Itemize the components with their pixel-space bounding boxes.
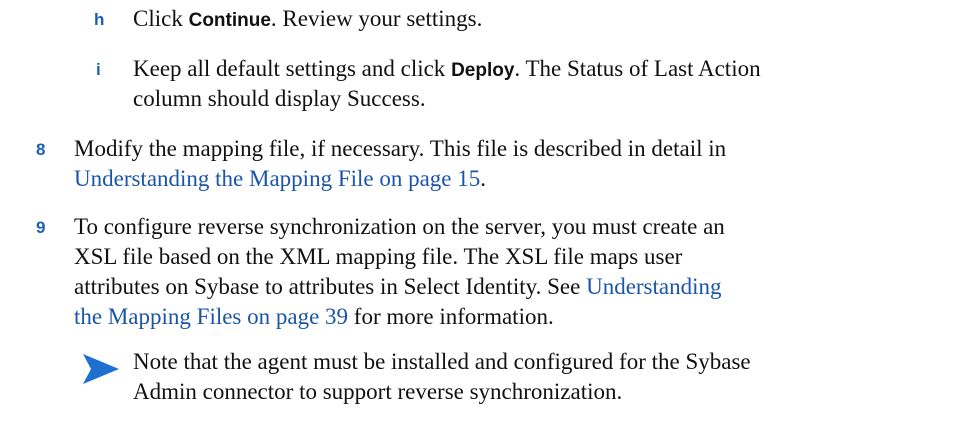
step-i-line2: column should display Success. <box>133 86 426 111</box>
step-9-line4: the Mapping Files on page 39 for more in… <box>74 304 554 329</box>
understanding-mapping-file-link[interactable]: Understanding the Mapping File on page 1… <box>74 166 480 191</box>
understanding-mapping-files-link-part1[interactable]: Understanding <box>586 274 721 299</box>
step-i-line1: Keep all default settings and click Depl… <box>133 56 761 81</box>
continue-button-ref: Continue <box>188 10 271 31</box>
step-label-i: i <box>96 60 101 79</box>
step-h-text: Click Continue. Review your settings. <box>133 6 483 31</box>
step-9-line3: attributes on Sybase to attributes in Se… <box>74 274 722 299</box>
step-9-line2: XSL file based on the XML mapping file. … <box>74 244 683 269</box>
step-8-line1: Modify the mapping file, if necessary. T… <box>74 136 727 161</box>
document-page: h Click Continue. Review your settings. … <box>0 0 968 422</box>
note-line2: Admin connector to support reverse synch… <box>133 379 623 404</box>
understanding-mapping-files-link-part2[interactable]: the Mapping Files on page 39 <box>74 304 348 329</box>
step-label-h: h <box>94 10 105 29</box>
step-8-line2: Understanding the Mapping File on page 1… <box>74 166 487 191</box>
note-line1: Note that the agent must be installed an… <box>133 349 751 374</box>
note-arrow-icon <box>83 354 119 384</box>
step-label-9: 9 <box>36 218 46 237</box>
step-9-line1: To configure reverse synchronization on … <box>74 214 725 239</box>
deploy-button-ref: Deploy <box>451 60 515 81</box>
step-label-8: 8 <box>36 140 46 159</box>
